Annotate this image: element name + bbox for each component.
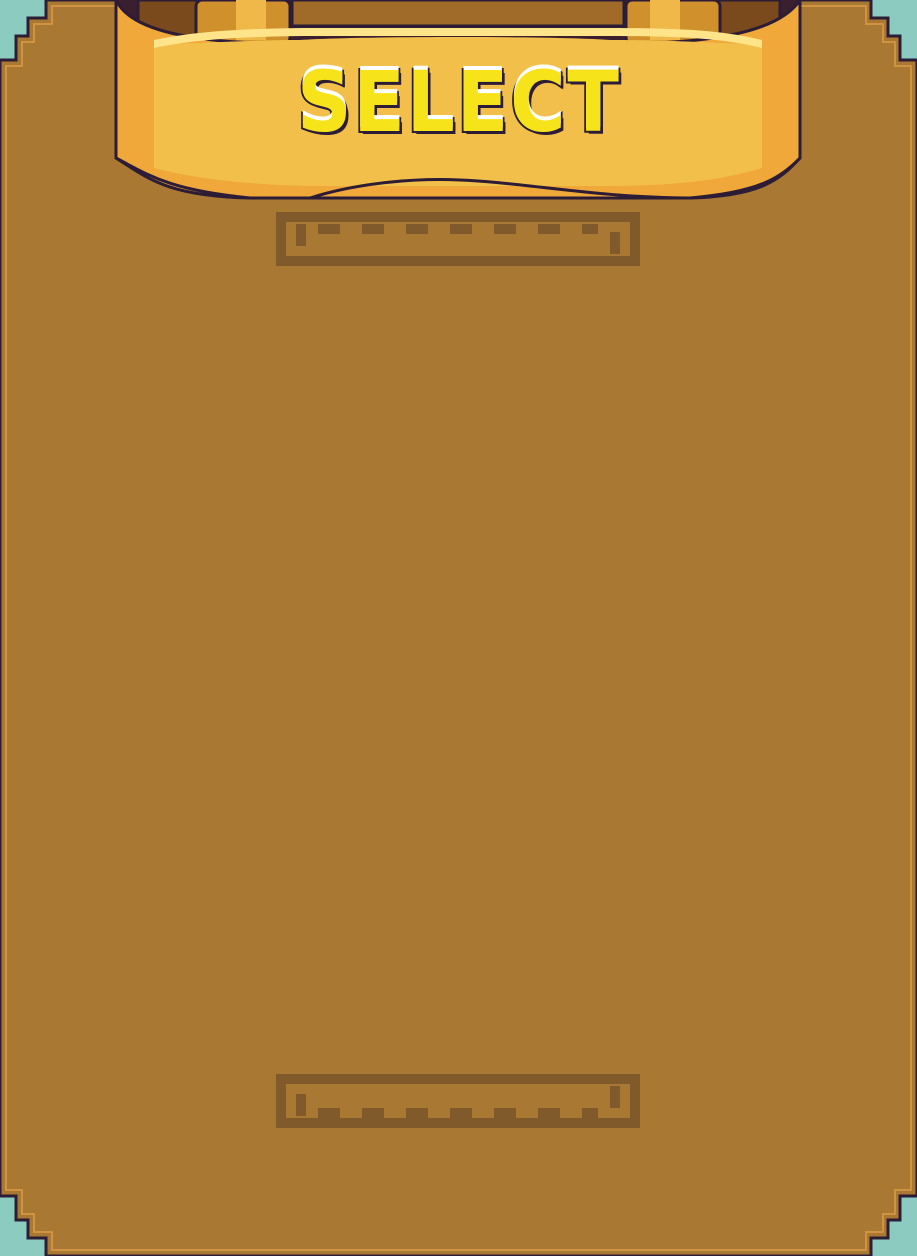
select-panel: SELECT (0, 0, 917, 1256)
panel-title: SELECT (295, 53, 621, 151)
panel-artwork (0, 0, 917, 1256)
scroll-top-board (290, 0, 626, 28)
title-container: SELECT (0, 52, 917, 152)
